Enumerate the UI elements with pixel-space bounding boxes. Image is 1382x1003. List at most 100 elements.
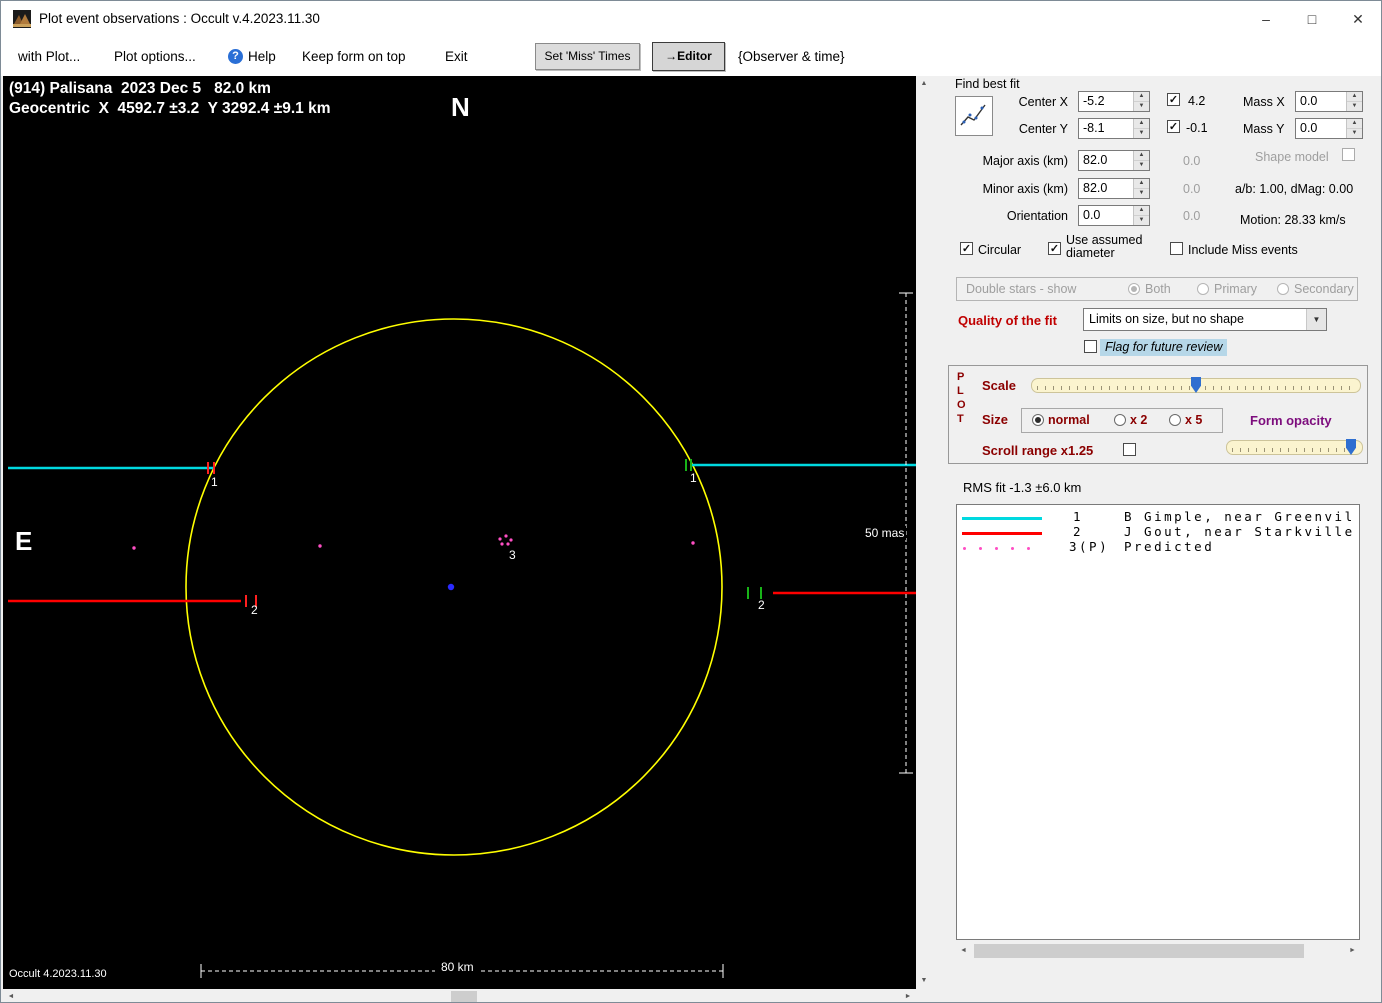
use-assumed-checkbox[interactable]: ✓	[1048, 242, 1061, 255]
flag-review-label[interactable]: Flag for future review	[1100, 339, 1228, 356]
spin-up-icon[interactable]: ▲	[1347, 119, 1362, 129]
legend-hscroll-thumb[interactable]	[974, 944, 1304, 958]
scroll-left-icon[interactable]: ◄	[956, 942, 971, 960]
circular-checkbox[interactable]: ✓	[960, 242, 973, 255]
predicted-chord-dots	[132, 534, 695, 550]
double-stars-secondary-label: Secondary	[1294, 282, 1354, 296]
scroll-range-checkbox[interactable]	[1123, 443, 1136, 456]
legend-horizontal-scrollbar[interactable]: ◄ ►	[956, 942, 1360, 960]
maximize-icon[interactable]: □	[1289, 1, 1335, 37]
mass-x-input[interactable]: 0.0 ▲ ▼	[1295, 91, 1363, 112]
minor-axis-label: Minor axis (km)	[982, 182, 1068, 196]
legend-2-swatch	[962, 532, 1042, 535]
spin-up-icon[interactable]: ▲	[1347, 92, 1362, 102]
center-y-value[interactable]: -8.1	[1079, 119, 1133, 138]
menu-keep-form-on-top[interactable]: Keep form on top	[302, 37, 406, 76]
scale-slider[interactable]	[1031, 377, 1361, 395]
set-miss-times-button[interactable]: Set 'Miss' Times	[535, 43, 640, 70]
menu-help[interactable]: Help	[248, 37, 276, 76]
editor-button[interactable]: →Editor	[652, 42, 725, 71]
plot-controls-group: P L O T Scale Size normal x 2 x 5 Form o…	[948, 365, 1368, 464]
menu-plot-options[interactable]: Plot options...	[114, 37, 196, 76]
minor-axis-value[interactable]: 82.0	[1079, 179, 1133, 198]
menu-exit[interactable]: Exit	[445, 37, 468, 76]
scroll-right-icon[interactable]: ►	[1345, 942, 1360, 960]
size-x5-radio[interactable]	[1169, 414, 1181, 426]
observer-time-label: {Observer & time}	[738, 49, 845, 64]
spin-down-icon[interactable]: ▼	[1134, 129, 1149, 138]
orientation-input[interactable]: 0.0 ▲ ▼	[1078, 205, 1150, 226]
check-icon: ✓	[1049, 243, 1060, 255]
ab-dmag-label: a/b: 1.00, dMag: 0.00	[1235, 182, 1354, 196]
plot-vertical-scrollbar[interactable]: ▲ ▼	[916, 76, 932, 989]
scroll-range-label: Scroll range x1.25	[982, 443, 1094, 458]
hscroll-thumb[interactable]	[451, 991, 477, 1002]
spin-down-icon[interactable]: ▼	[1347, 102, 1362, 111]
scroll-left-icon[interactable]: ◄	[3, 989, 19, 1002]
size-x2-label: x 2	[1130, 413, 1148, 427]
flag-review-checkbox[interactable]	[1084, 340, 1097, 353]
spin-down-icon[interactable]: ▼	[1134, 216, 1149, 225]
spin-up-icon[interactable]: ▲	[1134, 92, 1149, 102]
mass-x-value[interactable]: 0.0	[1296, 92, 1346, 111]
spin-up-icon[interactable]: ▲	[1134, 151, 1149, 161]
minor-axis-input[interactable]: 82.0 ▲ ▼	[1078, 178, 1150, 199]
include-miss-checkbox[interactable]	[1170, 242, 1183, 255]
spin-down-icon[interactable]: ▼	[1134, 102, 1149, 111]
mass-y-value[interactable]: 0.0	[1296, 119, 1346, 138]
major-axis-input[interactable]: 82.0 ▲ ▼	[1078, 150, 1150, 171]
form-opacity-slider[interactable]	[1226, 439, 1363, 457]
major-axis-value[interactable]: 82.0	[1079, 151, 1133, 170]
legend-panel: 1 B Gimple, near Greenvil 2 J Gout, near…	[956, 504, 1360, 940]
check-icon: ✓	[1168, 94, 1179, 106]
orientation-value[interactable]: 0.0	[1079, 206, 1133, 225]
spin-down-icon[interactable]: ▼	[1347, 129, 1362, 138]
circular-label: Circular	[978, 243, 1022, 257]
spin-down-icon[interactable]: ▼	[1134, 189, 1149, 198]
legend-1-name: B Gimple, near Greenvil	[1124, 509, 1355, 524]
center-x-input[interactable]: -5.2 ▲ ▼	[1078, 91, 1150, 112]
shape-model-label: Shape model	[1255, 150, 1329, 164]
help-icon[interactable]: ?	[228, 49, 243, 64]
chord-2-left-label: 2	[251, 603, 258, 617]
center-x-value[interactable]: -5.2	[1079, 92, 1133, 111]
legend-3-num: 3(P)	[1069, 539, 1110, 554]
legend-3-name: Predicted	[1124, 539, 1215, 554]
spin-up-icon[interactable]: ▲	[1134, 119, 1149, 129]
plot-canvas[interactable]: (914) Palisana 2023 Dec 5 82.0 km Geocen…	[3, 76, 916, 989]
spin-up-icon[interactable]: ▲	[1134, 179, 1149, 189]
spin-down-icon[interactable]: ▼	[1134, 161, 1149, 170]
plot-letter-p: P	[957, 371, 965, 383]
center-y-input[interactable]: -8.1 ▲ ▼	[1078, 118, 1150, 139]
right-panel: Find best fit Center X -5.2 ▲ ▼ ✓ 4.2 Mas…	[932, 76, 1381, 1002]
size-x5-label: x 5	[1185, 413, 1203, 427]
motion-label: Motion: 28.33 km/s	[1240, 213, 1346, 227]
mass-y-label: Mass Y	[1243, 122, 1285, 136]
scroll-up-icon[interactable]: ▲	[916, 76, 932, 92]
predicted-center-mark	[447, 583, 455, 591]
spin-up-icon[interactable]: ▲	[1134, 206, 1149, 216]
scroll-right-icon[interactable]: ►	[900, 989, 916, 1002]
mass-y-input[interactable]: 0.0 ▲ ▼	[1295, 118, 1363, 139]
app-window: Plot event observations : Occult v.4.202…	[0, 0, 1382, 1003]
plot-horizontal-scrollbar[interactable]: ◄ ►	[3, 989, 916, 1002]
double-stars-title: Double stars - show	[966, 282, 1077, 296]
legend-1-swatch	[962, 517, 1042, 520]
menu-with-plot[interactable]: with Plot...	[18, 37, 80, 76]
rms-fit-label: RMS fit -1.3 ±6.0 km	[963, 480, 1082, 495]
dropdown-arrow-icon[interactable]: ▼	[1306, 309, 1326, 330]
km-scale-label: 80 km	[435, 960, 480, 974]
plot-letter-t: T	[957, 413, 964, 425]
close-icon[interactable]: ✕	[1335, 1, 1381, 37]
size-label: Size	[982, 412, 1009, 427]
find-best-fit-title: Find best fit	[955, 77, 1020, 91]
center-x-fit-checkbox[interactable]: ✓	[1167, 93, 1180, 106]
scroll-down-icon[interactable]: ▼	[916, 973, 932, 989]
size-normal-radio[interactable]	[1032, 414, 1044, 426]
double-stars-primary-radio	[1197, 283, 1209, 295]
quality-dropdown[interactable]: Limits on size, but no shape ▼	[1083, 308, 1327, 331]
center-y-fit-checkbox[interactable]: ✓	[1167, 120, 1180, 133]
size-x2-radio[interactable]	[1114, 414, 1126, 426]
minimize-icon[interactable]: –	[1243, 1, 1289, 37]
app-icon	[13, 10, 31, 28]
